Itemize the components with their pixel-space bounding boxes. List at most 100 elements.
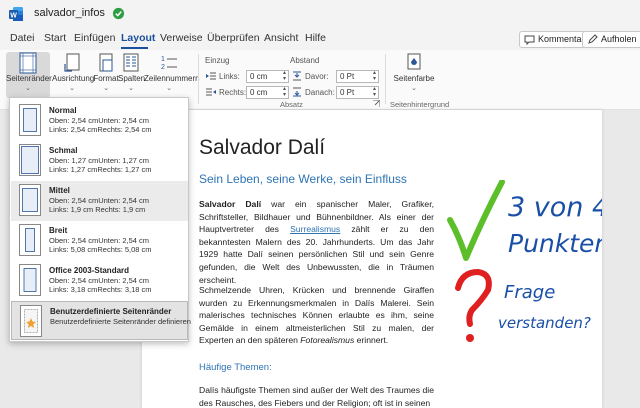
margin-option-name: Office 2003-Standard <box>49 266 130 275</box>
orientation-label: Ausrichtung <box>52 74 95 83</box>
paragraph-text: erinnert. <box>354 335 389 346</box>
themes-heading[interactable]: Häufige Themen: <box>199 362 272 373</box>
margins-icon <box>19 52 37 74</box>
spacing-before-label: Davor: <box>305 72 329 81</box>
surrealism-link[interactable]: Surrealismus <box>290 224 340 234</box>
margin-option-custom[interactable]: Benutzerdefinierte Seitenränder Benutzer… <box>11 301 191 340</box>
page-size-icon <box>99 53 113 72</box>
dialog-launcher-icon[interactable] <box>373 100 380 107</box>
handwritten-annotation: 3 von 4 Punkten Frage verstanden? <box>447 180 602 342</box>
checkmark-icon <box>447 180 505 261</box>
tab-start[interactable]: Start <box>44 32 66 44</box>
tab-datei[interactable]: Datei <box>10 32 35 44</box>
margin-option-normal[interactable]: Normal Oben: 2,54 cmUnten: 2,54 cm Links… <box>11 101 188 141</box>
page-color-icon <box>407 53 421 70</box>
margin-option-detail: Oben: 2,54 cmUnten: 2,54 cm <box>49 276 150 285</box>
indent-group-label: Einzug <box>205 56 230 65</box>
page-color-label: Seitenfarbe <box>393 74 435 83</box>
catch-up-label: Aufholen <box>601 34 637 44</box>
margin-option-office-2003[interactable]: Office 2003-Standard Oben: 2,54 cmUnten:… <box>11 261 188 301</box>
margin-option-breit[interactable]: Breit Oben: 2,54 cmUnten: 2,54 cm Links:… <box>11 221 188 261</box>
chevron-down-icon: ⌄ <box>25 85 31 92</box>
question-line2: verstanden? <box>498 314 591 332</box>
svg-text:W: W <box>10 13 17 20</box>
tab-hilfe[interactable]: Hilfe <box>305 32 326 44</box>
tab-ueberpruefen[interactable]: Überprüfen <box>207 32 260 44</box>
paragraph-style[interactable]: Schmelzende Uhren, Krücken und brennende… <box>199 284 434 347</box>
spinner-icon[interactable]: ▴ ▾ <box>373 86 376 98</box>
margins-label: Seitenränder <box>6 74 52 83</box>
active-tab-indicator <box>121 47 148 49</box>
ribbon-divider <box>198 54 199 104</box>
indent-right-input[interactable]: 0 cm ▴ ▾ <box>246 86 289 99</box>
margin-option-mittel[interactable]: Mittel Oben: 2,54 cmUnten: 2,54 cm Links… <box>11 181 188 221</box>
page-color-button[interactable]: Seitenfarbe ⌄ <box>392 52 436 92</box>
indent-left-input[interactable]: 0 cm ▴ ▾ <box>246 70 289 83</box>
margin-option-name: Breit <box>49 226 68 235</box>
line-numbers-button[interactable]: 1 2 Zeilennummern ⌄ <box>144 52 200 92</box>
margin-option-name: Mittel <box>49 186 70 195</box>
menu-bar: Datei Start Einfügen Layout Verweise Übe… <box>0 28 640 50</box>
question-mark-icon <box>455 268 492 342</box>
bold-name: Salvador Dalí <box>199 199 262 209</box>
indent-right-icon <box>206 88 216 96</box>
margin-option-detail: Oben: 2,54 cmUnten: 2,54 cm <box>49 116 150 125</box>
paragraph-group-label: Absatz <box>280 100 303 109</box>
indent-right-label: Rechts: <box>219 88 247 97</box>
margin-option-detail: Links: 2,54 cmRechts: 2,54 cm <box>49 125 152 134</box>
margin-option-detail: Links: 1,27 cmRechts: 1,27 cm <box>49 165 152 174</box>
orientation-button[interactable]: Ausrichtung ⌄ <box>52 52 95 92</box>
ribbon-divider <box>385 54 386 104</box>
margin-option-name: Normal <box>49 106 77 115</box>
columns-button[interactable]: Spalten ⌄ <box>118 52 146 92</box>
chevron-down-icon: ⌄ <box>69 85 75 92</box>
margin-option-detail: Links: 1,9 cm Rechts: 1,9 cm <box>49 205 146 214</box>
paragraph-intro[interactable]: Salvador Dalí war ein spanischer Maler, … <box>199 198 434 286</box>
title-bar: W salvador_infos <box>0 0 640 28</box>
chevron-down-icon: ⌄ <box>411 85 417 92</box>
margins-button[interactable]: Seitenränder ⌄ <box>6 52 52 98</box>
format-label: Format <box>93 74 119 83</box>
margin-option-detail: Oben: 2,54 cmUnten: 2,54 cm <box>49 196 150 205</box>
spacing-after-icon <box>293 87 301 97</box>
columns-label: Spalten <box>118 74 146 83</box>
spacing-before-input[interactable]: 0 Pt ▴ ▾ <box>336 70 379 83</box>
margin-option-detail: Oben: 1,27 cmUnten: 1,27 cm <box>49 156 150 165</box>
custom-margins-icon <box>20 305 42 337</box>
score-line2: Punkten <box>508 229 602 258</box>
indent-right-value: 0 cm <box>250 88 268 97</box>
margin-preview-icon <box>19 184 41 216</box>
margin-option-detail: Links: 3,18 cmRechts: 3,18 cm <box>49 285 152 294</box>
orientation-icon <box>64 53 80 72</box>
saved-sync-icon <box>112 7 125 20</box>
document-heading[interactable]: Salvador Dalí <box>199 136 325 160</box>
spinner-icon[interactable]: ▴ ▾ <box>373 70 376 82</box>
margin-option-detail: Oben: 2,54 cmUnten: 2,54 cm <box>49 236 150 245</box>
word-app-icon[interactable]: W <box>8 6 24 22</box>
tab-verweise[interactable]: Verweise <box>160 32 203 44</box>
document-subtitle[interactable]: Sein Leben, seine Werke, sein Einfluss <box>199 172 407 186</box>
margins-dropdown: Normal Oben: 2,54 cmUnten: 2,54 cm Links… <box>9 97 191 342</box>
margin-preview-icon <box>19 264 41 296</box>
tab-ansicht[interactable]: Ansicht <box>264 32 298 44</box>
spacing-after-input[interactable]: 0 Pt ▴ ▾ <box>336 86 379 99</box>
spacing-group-label: Abstand <box>290 56 320 65</box>
spacing-after-value: 0 Pt <box>340 88 355 97</box>
margin-option-schmal[interactable]: Schmal Oben: 1,27 cmUnten: 1,27 cm Links… <box>11 141 188 181</box>
margin-option-name: Schmal <box>49 146 78 155</box>
chevron-down-icon: ⌄ <box>103 85 109 92</box>
format-button[interactable]: Format ⌄ <box>93 52 119 92</box>
tab-layout[interactable]: Layout <box>121 32 155 44</box>
paragraph-themes[interactable]: Dalís häufigste Themen sind außer der We… <box>199 384 434 408</box>
svg-text:2: 2 <box>161 64 165 71</box>
pen-icon <box>588 34 598 44</box>
document-title[interactable]: salvador_infos <box>34 7 105 19</box>
spinner-icon[interactable]: ▴ ▾ <box>283 86 286 98</box>
document-page[interactable]: Salvador Dalí Sein Leben, seine Werke, s… <box>142 110 602 408</box>
tab-einfuegen[interactable]: Einfügen <box>74 32 115 44</box>
chevron-down-icon: ⌄ <box>128 85 134 92</box>
catch-up-button[interactable]: Aufholen <box>582 31 640 48</box>
spinner-icon[interactable]: ▴ ▾ <box>283 70 286 82</box>
page-background-group-label: Seitenhintergrund <box>390 100 450 109</box>
custom-margins-desc: Benutzerdefinierte Seitenränder definier… <box>50 317 191 326</box>
